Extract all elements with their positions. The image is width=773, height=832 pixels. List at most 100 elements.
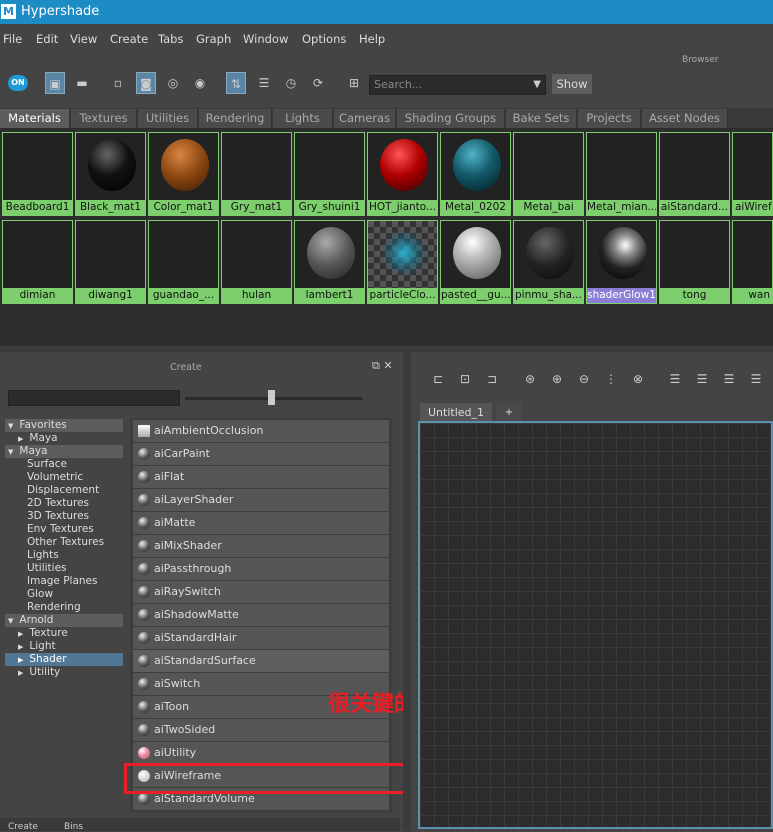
- shader-item[interactable]: aiStandardSurface: [133, 650, 389, 672]
- shader-item[interactable]: aiFlat: [133, 466, 389, 488]
- material-swatch-selected[interactable]: shaderGlow1: [586, 220, 657, 304]
- material-swatch[interactable]: HOT_jianto...: [367, 132, 438, 216]
- material-swatch[interactable]: Metal_mian...: [586, 132, 657, 216]
- tab-projects[interactable]: Projects: [578, 109, 641, 128]
- tab-shading-groups[interactable]: Shading Groups: [397, 109, 505, 128]
- material-swatch[interactable]: pinmu_sha...: [513, 220, 584, 304]
- tree-item[interactable]: ▼ Maya: [5, 445, 123, 458]
- tree-item[interactable]: Lights: [5, 549, 123, 562]
- tree-item[interactable]: ▼ Arnold: [5, 614, 123, 627]
- material-swatch[interactable]: Metal_0202: [440, 132, 511, 216]
- menu-help[interactable]: Help: [359, 32, 385, 46]
- menu-window[interactable]: Window: [243, 32, 288, 46]
- on-toggle[interactable]: ON: [8, 75, 28, 91]
- swatch-view-icon[interactable]: ▣: [45, 72, 65, 94]
- simple-mode-icon[interactable]: ☰: [665, 369, 685, 389]
- menu-graph[interactable]: Graph: [196, 32, 231, 46]
- menu-tabs[interactable]: Tabs: [158, 32, 183, 46]
- tree-item[interactable]: Env Textures: [5, 523, 123, 536]
- connected-mode-icon[interactable]: ☰: [692, 369, 712, 389]
- tree-item[interactable]: ▶ Texture: [5, 627, 123, 640]
- size-slider-thumb[interactable]: [268, 390, 275, 405]
- material-swatch[interactable]: Gry_mat1: [221, 132, 292, 216]
- tree-item[interactable]: Rendering: [5, 601, 123, 614]
- custom-mode-icon[interactable]: ☰: [746, 369, 766, 389]
- tree-item-selected[interactable]: ▶ Shader: [5, 653, 123, 666]
- in-out-connections-icon[interactable]: ⊡: [455, 369, 475, 389]
- tree-item[interactable]: ▶ Utility: [5, 666, 123, 679]
- menu-view[interactable]: View: [70, 32, 97, 46]
- material-swatch[interactable]: lambert1: [294, 220, 365, 304]
- tree-item[interactable]: Volumetric: [5, 471, 123, 484]
- menu-options[interactable]: Options: [302, 32, 346, 46]
- material-swatch[interactable]: Beadboard1: [2, 132, 73, 216]
- menu-create[interactable]: Create: [110, 32, 148, 46]
- shader-item[interactable]: aiAmbientOcclusion: [133, 420, 389, 442]
- material-swatch[interactable]: pasted__gu...: [440, 220, 511, 304]
- material-swatch[interactable]: diwang1: [75, 220, 146, 304]
- material-swatch[interactable]: Metal_bai: [513, 132, 584, 216]
- input-connections-icon[interactable]: ⊏: [428, 369, 448, 389]
- tree-item[interactable]: Glow: [5, 588, 123, 601]
- graph-materials-icon[interactable]: ⊛: [520, 369, 540, 389]
- shader-item[interactable]: aiPassthrough: [133, 558, 389, 580]
- shader-item[interactable]: aiTwoSided: [133, 719, 389, 741]
- tab-untitled-1[interactable]: Untitled_1: [420, 403, 492, 422]
- material-swatch[interactable]: particleClo...: [367, 220, 438, 304]
- tab-asset-nodes[interactable]: Asset Nodes: [642, 109, 728, 128]
- tree-item[interactable]: Image Planes: [5, 575, 123, 588]
- tree-item[interactable]: ▼ Favorites: [5, 419, 123, 432]
- small-icon-icon[interactable]: ▫: [108, 72, 128, 94]
- shader-item[interactable]: aiLayerShader: [133, 489, 389, 511]
- material-swatch[interactable]: guandao_...: [148, 220, 219, 304]
- clear-graph-icon[interactable]: ⊗: [628, 369, 648, 389]
- tree-item[interactable]: Utilities: [5, 562, 123, 575]
- tab-textures[interactable]: Textures: [71, 109, 137, 128]
- medium-icon-icon[interactable]: ◙: [136, 72, 156, 94]
- material-swatch[interactable]: Black_mat1: [75, 132, 146, 216]
- menu-file[interactable]: File: [3, 32, 22, 46]
- output-connections-icon[interactable]: ⊐: [482, 369, 502, 389]
- shader-item[interactable]: aiUtility: [133, 742, 389, 764]
- xlarge-icon-icon[interactable]: ◉: [190, 72, 210, 94]
- tree-item[interactable]: Displacement: [5, 484, 123, 497]
- close-icon[interactable]: ✕: [383, 359, 392, 372]
- sort-type-icon[interactable]: ☰: [254, 72, 274, 94]
- tree-item[interactable]: 3D Textures: [5, 510, 123, 523]
- shader-item[interactable]: aiRaySwitch: [133, 581, 389, 603]
- tree-item[interactable]: 2D Textures: [5, 497, 123, 510]
- material-swatch[interactable]: dimian: [2, 220, 73, 304]
- list-view-icon[interactable]: ▬: [72, 72, 92, 94]
- show-button[interactable]: Show: [552, 74, 592, 94]
- tree-item[interactable]: Other Textures: [5, 536, 123, 549]
- search-dropdown-icon[interactable]: ▼: [533, 76, 541, 94]
- tree-item[interactable]: ▶ Maya: [5, 432, 123, 445]
- shader-item[interactable]: aiShadowMatte: [133, 604, 389, 626]
- shader-item[interactable]: aiMatte: [133, 512, 389, 534]
- material-swatch[interactable]: tong: [659, 220, 730, 304]
- full-mode-icon[interactable]: ☰: [719, 369, 739, 389]
- refresh-icon[interactable]: ⟳: [308, 72, 328, 94]
- remove-selected-icon[interactable]: ⊖: [574, 369, 594, 389]
- material-swatch[interactable]: wan: [732, 220, 773, 304]
- filter-input[interactable]: [8, 390, 180, 406]
- shader-item[interactable]: aiStandardHair: [133, 627, 389, 649]
- tab-utilities[interactable]: Utilities: [138, 109, 198, 128]
- tree-item[interactable]: ▶ Light: [5, 640, 123, 653]
- float-icon[interactable]: ⧉: [372, 359, 380, 372]
- tree-item[interactable]: Surface: [5, 458, 123, 471]
- tab-lights[interactable]: Lights: [273, 109, 333, 128]
- add-selected-icon[interactable]: ⊕: [547, 369, 567, 389]
- tab-cameras[interactable]: Cameras: [334, 109, 396, 128]
- tab-bake-sets[interactable]: Bake Sets: [506, 109, 577, 128]
- rearrange-graph-icon[interactable]: ⋮: [601, 369, 621, 389]
- tab-materials[interactable]: Materials: [0, 109, 70, 128]
- material-swatch[interactable]: aiStandard...: [659, 132, 730, 216]
- sort-name-icon[interactable]: ⇅: [226, 72, 246, 94]
- material-swatch[interactable]: Gry_shuini1: [294, 132, 365, 216]
- material-swatch[interactable]: hulan: [221, 220, 292, 304]
- sort-time-icon[interactable]: ◷: [281, 72, 301, 94]
- material-swatch[interactable]: aiWirefra: [732, 132, 773, 216]
- node-graph-canvas[interactable]: [418, 421, 773, 829]
- large-icon-icon[interactable]: ◎: [163, 72, 183, 94]
